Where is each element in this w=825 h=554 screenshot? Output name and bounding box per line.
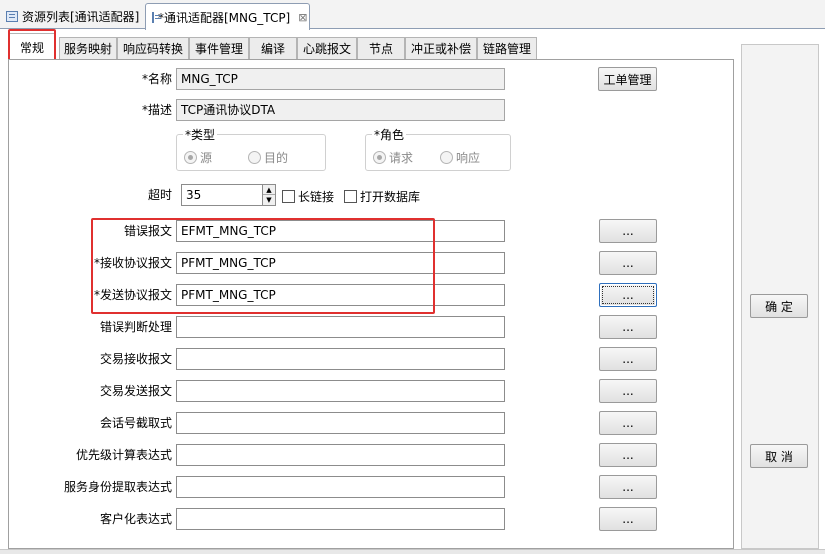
long-link-checkbox[interactable]: 长链接 — [282, 188, 334, 205]
tab-heartbeat[interactable]: 心跳报文 — [297, 37, 357, 59]
send-format-browse-button[interactable]: ... — [599, 283, 657, 307]
role-group-title: *角色 — [372, 126, 407, 143]
spin-up-icon[interactable]: ▲ — [263, 185, 275, 195]
radio-label: 源 — [200, 151, 213, 165]
tab-reversal[interactable]: 冲正或补偿 — [405, 37, 477, 59]
priority-expr-label: 优先级计算表达式 — [75, 448, 172, 462]
radio-dot — [440, 151, 453, 164]
editor-tab-label: 资源列表[通讯适配器] — [22, 9, 140, 24]
close-icon[interactable]: ⊠ — [298, 11, 307, 24]
radio-dot — [248, 151, 261, 164]
session-id-expr-browse-button[interactable]: ... — [599, 411, 657, 435]
tab-label: 服务映射 — [63, 42, 112, 56]
txn-send-format-label: 交易发送报文 — [99, 384, 172, 398]
txn-receive-format-input[interactable] — [176, 348, 505, 370]
tab-link-management[interactable]: 链路管理 — [477, 37, 537, 59]
session-id-expr-input[interactable] — [176, 412, 505, 434]
radio-label: 响应 — [456, 151, 481, 165]
timeout-label: 超时 — [147, 188, 172, 202]
timeout-input[interactable]: 35 — [181, 184, 263, 206]
checkbox-box — [282, 190, 295, 203]
checkbox-box — [344, 190, 357, 203]
error-handler-browse-button[interactable]: ... — [599, 315, 657, 339]
description-field[interactable]: TCP通讯协议DTA — [176, 99, 505, 121]
custom-expr-label: 客户化表达式 — [99, 512, 172, 526]
tab-label: 节点 — [368, 42, 393, 56]
editor-tab-resource-list[interactable]: 资源列表[通讯适配器] — [0, 3, 145, 29]
error-format-browse-button[interactable]: ... — [599, 219, 657, 243]
confirm-button[interactable]: 确 定 — [750, 294, 808, 318]
txn-send-format-input[interactable] — [176, 380, 505, 402]
name-field[interactable]: MNG_TCP — [176, 68, 505, 90]
tab-label: 编译 — [260, 42, 285, 56]
custom-expr-input[interactable] — [176, 508, 505, 530]
receive-format-browse-button[interactable]: ... — [599, 251, 657, 275]
role-request-radio[interactable]: 请求 — [373, 149, 413, 166]
tab-event-management[interactable]: 事件管理 — [189, 37, 249, 59]
editor-tab-bar: 资源列表[通讯适配器] *通讯适配器[MNG_TCP] ⊠ — [0, 0, 825, 30]
checkbox-label: 长链接 — [298, 190, 335, 204]
tab-label: 事件管理 — [194, 42, 243, 56]
type-group-title: *类型 — [183, 126, 218, 143]
txn-receive-format-browse-button[interactable]: ... — [599, 347, 657, 371]
cancel-button[interactable]: 取 消 — [750, 444, 808, 468]
editor-tab-adapter[interactable]: *通讯适配器[MNG_TCP] ⊠ — [145, 3, 310, 30]
tab-label: 冲正或补偿 — [410, 42, 471, 56]
adapter-icon — [152, 11, 161, 23]
radio-label: 目的 — [264, 151, 289, 165]
radio-dot — [184, 151, 197, 164]
timeout-spinner[interactable]: ▲ ▼ — [262, 184, 276, 206]
tab-response-code[interactable]: 响应码转换 — [117, 37, 189, 59]
name-label: *名称 — [141, 72, 172, 86]
radio-dot — [373, 151, 386, 164]
tab-label: 响应码转换 — [122, 42, 183, 56]
open-db-checkbox[interactable]: 打开数据库 — [344, 188, 420, 205]
list-icon — [6, 10, 18, 22]
type-source-radio[interactable]: 源 — [184, 149, 212, 166]
service-identity-expr-input[interactable] — [176, 476, 505, 498]
checkbox-label: 打开数据库 — [360, 190, 421, 204]
error-handler-label: 错误判断处理 — [99, 320, 172, 334]
tab-service-mapping[interactable]: 服务映射 — [59, 37, 117, 59]
custom-expr-browse-button[interactable]: ... — [599, 507, 657, 531]
status-bar — [0, 549, 825, 554]
session-id-expr-label: 会话号截取式 — [99, 416, 172, 430]
service-identity-expr-label: 服务身份提取表达式 — [63, 480, 172, 494]
txn-receive-format-label: 交易接收报文 — [99, 352, 172, 366]
type-target-radio[interactable]: 目的 — [248, 149, 288, 166]
ticket-management-button[interactable]: 工单管理 — [598, 67, 657, 91]
priority-expr-input[interactable] — [176, 444, 505, 466]
service-identity-expr-browse-button[interactable]: ... — [599, 475, 657, 499]
role-response-radio[interactable]: 响应 — [440, 149, 480, 166]
error-handler-input[interactable] — [176, 316, 505, 338]
description-label: *描述 — [141, 103, 172, 117]
tab-compile[interactable]: 编译 — [249, 37, 297, 59]
spin-down-icon[interactable]: ▼ — [263, 195, 275, 205]
tab-label: 链路管理 — [482, 42, 531, 56]
priority-expr-browse-button[interactable]: ... — [599, 443, 657, 467]
tab-node[interactable]: 节点 — [357, 37, 405, 59]
radio-label: 请求 — [389, 151, 414, 165]
highlight-box-formats — [91, 218, 435, 314]
tab-label: 心跳报文 — [302, 42, 351, 56]
editor-tab-label: *通讯适配器[MNG_TCP] — [158, 10, 291, 25]
txn-send-format-browse-button[interactable]: ... — [599, 379, 657, 403]
